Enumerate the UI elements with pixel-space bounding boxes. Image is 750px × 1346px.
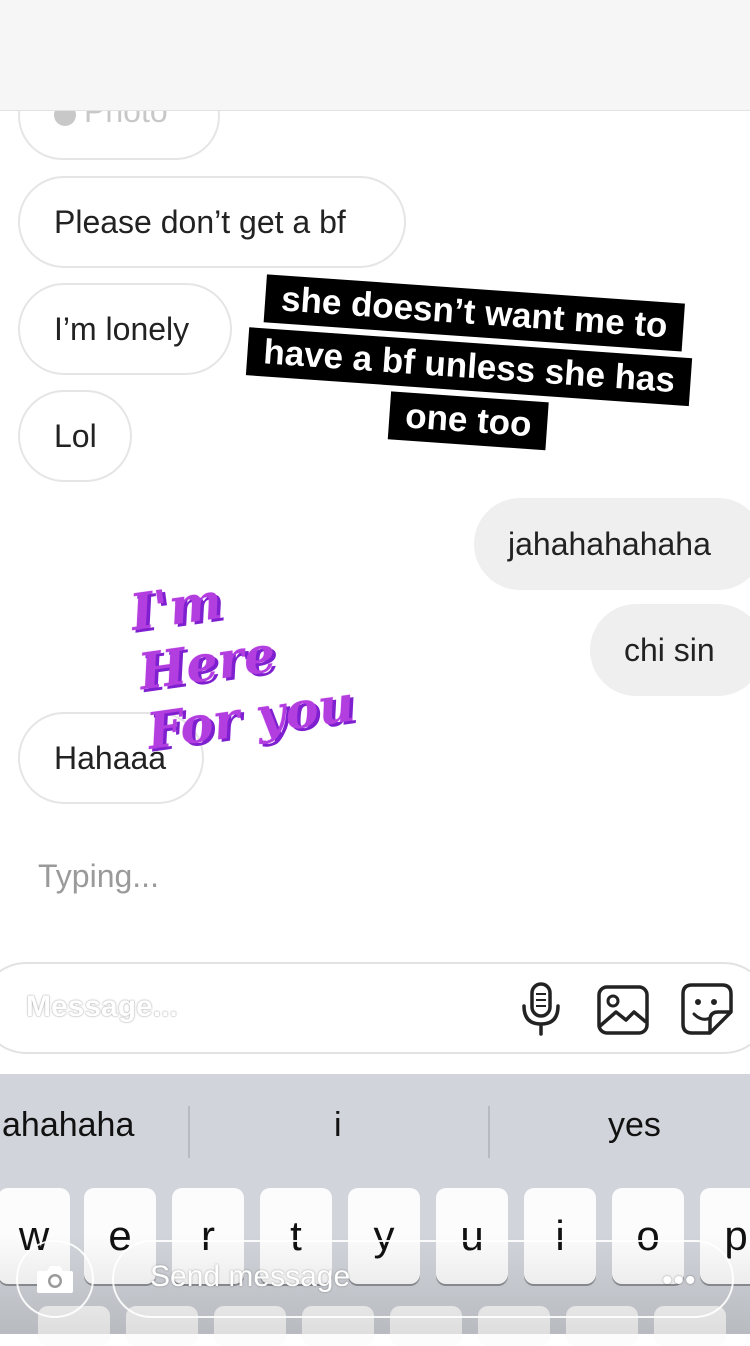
caption-line-3: one too bbox=[387, 391, 550, 451]
message-bubble-outgoing[interactable]: jahahahahaha bbox=[474, 498, 750, 590]
message-text: Please don’t get a bf bbox=[54, 203, 346, 240]
message-placeholder: Message... bbox=[26, 990, 178, 1023]
prediction-1[interactable]: ahahaha bbox=[2, 1106, 134, 1145]
message-bubble-incoming[interactable]: I’m lonely bbox=[18, 283, 232, 375]
prediction-divider bbox=[188, 1106, 190, 1158]
message-bubble-outgoing[interactable]: chi sin bbox=[590, 604, 750, 696]
prediction-2[interactable]: i bbox=[334, 1106, 342, 1145]
sticker-icon[interactable] bbox=[680, 982, 734, 1036]
prediction-divider bbox=[488, 1106, 490, 1158]
message-text: jahahahahaha bbox=[508, 525, 711, 562]
message-bubble-incoming[interactable]: Please don’t get a bf bbox=[18, 176, 406, 268]
send-message-placeholder: Send message bbox=[150, 1260, 351, 1293]
microphone-icon[interactable] bbox=[518, 982, 564, 1036]
camera-button[interactable] bbox=[16, 1240, 94, 1318]
header-mask bbox=[0, 0, 750, 111]
handwritten-text: I'm Here For you bbox=[126, 570, 359, 761]
more-options-icon[interactable]: ••• bbox=[662, 1264, 697, 1298]
prediction-3[interactable]: yes bbox=[608, 1106, 661, 1145]
caption-sticker[interactable]: she doesn’t want me to have a bf unless … bbox=[240, 265, 735, 498]
message-text: Lol bbox=[54, 417, 97, 454]
message-bubble-incoming[interactable]: Lol bbox=[18, 390, 132, 482]
gallery-icon[interactable] bbox=[596, 984, 650, 1036]
camera-icon bbox=[37, 1266, 73, 1293]
handwritten-sticker[interactable]: I'm Here For you bbox=[127, 550, 390, 762]
message-text: I’m lonely bbox=[54, 310, 190, 347]
typing-indicator: Typing... bbox=[38, 858, 159, 894]
message-text: chi sin bbox=[624, 631, 715, 668]
